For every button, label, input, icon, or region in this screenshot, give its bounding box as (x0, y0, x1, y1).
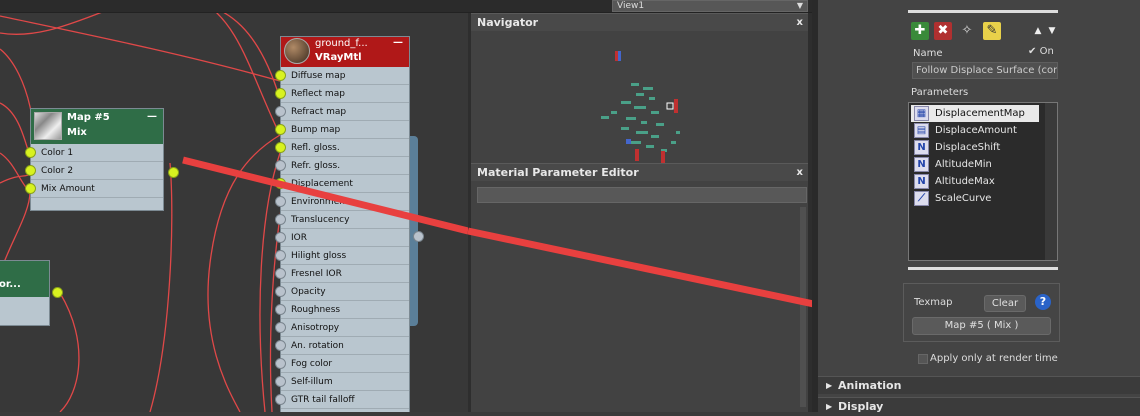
triangle-right-icon: ▶ (826, 381, 833, 390)
rollout-animation[interactable]: ▶ Animation (818, 376, 1140, 394)
mpe-search-input[interactable] (477, 187, 807, 203)
parameter-label: AltitudeMax (935, 176, 995, 187)
parameter-type-icon: ▤ (914, 123, 929, 138)
parameter-label: AltitudeMin (935, 159, 992, 170)
parameter-label: DisplaceAmount (935, 125, 1017, 136)
navigator-header[interactable]: Navigator x (471, 13, 808, 31)
checkmark-icon: ✔ (1028, 46, 1037, 57)
parameter-type-icon: ▦ (914, 106, 929, 121)
annotation-layer (182, 156, 468, 235)
parameter-item[interactable]: N DisplaceShift (911, 139, 1055, 156)
parameter-item[interactable]: N AltitudeMin (911, 156, 1055, 173)
close-icon[interactable]: x (797, 14, 803, 32)
wand-icon[interactable]: ✧ (958, 22, 976, 40)
texmap-group: Texmap Clear ? Map #5 ( Mix ) (903, 283, 1060, 342)
mpe-header[interactable]: Material Parameter Editor x (471, 163, 808, 181)
separator-line (908, 10, 1058, 13)
parameter-item[interactable]: ▦ DisplacementMap (911, 105, 1039, 122)
node-editor-canvas[interactable]: Map #5 Mix — Color 1 Color 2 Mix Amount or… (0, 13, 468, 412)
apply-label: Apply only at render time (930, 353, 1058, 364)
navigator-title: Navigator (477, 16, 539, 29)
close-icon[interactable]: x (797, 164, 803, 182)
apply-checkbox[interactable] (918, 354, 928, 364)
add-icon[interactable]: ✚ (911, 22, 929, 40)
on-checkbox[interactable]: ✔ On (1028, 46, 1054, 57)
mpe-body (471, 181, 808, 412)
parameter-type-icon: N (914, 174, 929, 189)
parameter-type-icon: N (914, 157, 929, 172)
triangle-right-icon: ▶ (826, 402, 833, 411)
edit-icon[interactable]: ✎ (983, 22, 1001, 40)
texmap-label: Texmap (914, 297, 953, 308)
help-icon[interactable]: ? (1035, 294, 1051, 310)
delete-icon[interactable]: ✖ (934, 22, 952, 40)
on-label: On (1039, 46, 1054, 57)
mpe-scrollbar[interactable] (800, 207, 806, 407)
dropdown-arrow-icon[interactable]: ▼ (797, 1, 803, 11)
texmap-button[interactable]: Map #5 ( Mix ) (912, 317, 1051, 335)
clear-button[interactable]: Clear (984, 295, 1026, 312)
navigator-minimap (601, 51, 680, 163)
viewport-tab[interactable]: View1 ▼ (612, 0, 808, 12)
parameter-label: DisplacementMap (935, 108, 1025, 119)
parameter-label: ScaleCurve (935, 193, 992, 204)
rollout-display[interactable]: ▶ Display (818, 397, 1140, 415)
parameters-label: Parameters (911, 87, 969, 98)
name-label: Name (913, 48, 943, 59)
navigator-view[interactable] (471, 31, 808, 165)
annotation-arrow-shaft (182, 156, 468, 235)
parameter-type-icon: N (914, 140, 929, 155)
separator-line (908, 267, 1058, 270)
list-scrollbar[interactable] (1045, 103, 1057, 260)
mpe-title: Material Parameter Editor (477, 166, 639, 179)
parameter-type-icon: ⟋ (914, 191, 929, 206)
parameters-list[interactable]: ▦ DisplacementMap ▤ DisplaceAmount N Displace… (908, 102, 1058, 261)
rollout-label: Animation (838, 379, 902, 392)
parameter-label: DisplaceShift (935, 142, 1001, 153)
rollout-label: Display (838, 400, 884, 413)
parameter-item[interactable]: N AltitudeMax (911, 173, 1055, 190)
parameter-item[interactable]: ⟋ ScaleCurve (911, 190, 1055, 207)
parameter-item[interactable]: ▤ DisplaceAmount (911, 122, 1055, 139)
move-up-icon[interactable]: ▲ (1032, 22, 1044, 40)
viewport-tab-label: View1 (617, 1, 645, 11)
floating-panels: Navigator x Material Parameter Editor x (468, 13, 812, 412)
move-down-icon[interactable]: ▼ (1046, 22, 1058, 40)
name-field[interactable]: Follow Displace Surface (cont (912, 62, 1058, 79)
